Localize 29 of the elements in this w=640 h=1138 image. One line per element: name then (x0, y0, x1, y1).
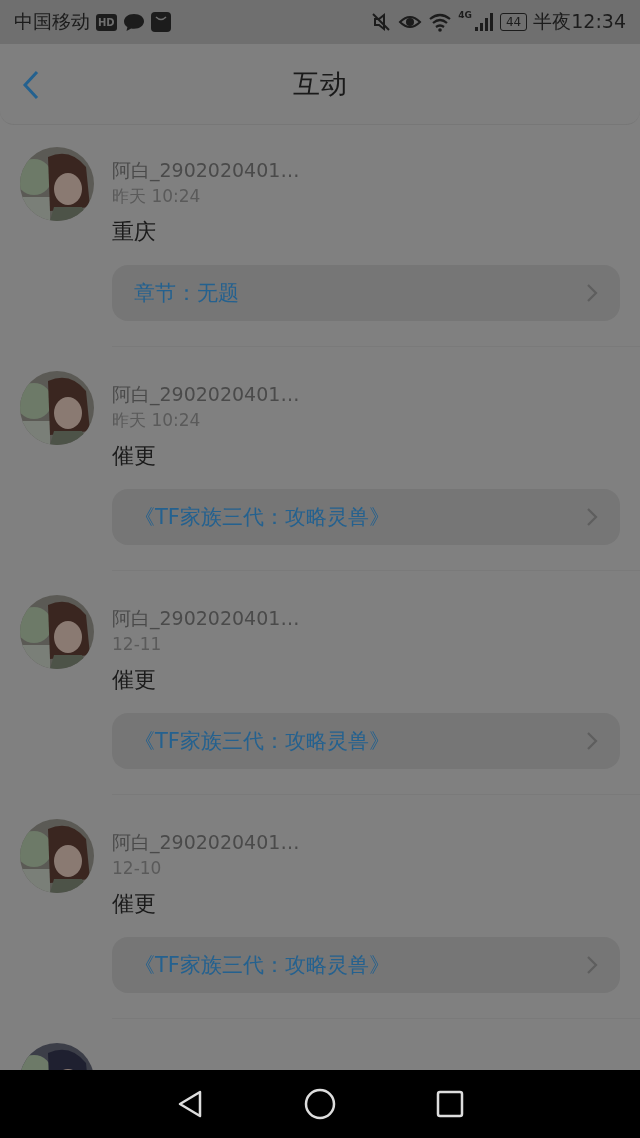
comment-text: 催更 (112, 666, 156, 694)
comment-text: 重庆 (112, 218, 156, 246)
chevron-right-icon (586, 955, 598, 975)
circle-icon (304, 1088, 336, 1120)
triangle-icon (176, 1089, 204, 1119)
wifi-icon (428, 12, 453, 32)
network-type: 4G (458, 10, 472, 20)
hd-badge: HD (96, 13, 117, 31)
chevron-right-icon (586, 283, 598, 303)
source-link[interactable]: 《TF家族三代：攻略灵兽》 (112, 713, 620, 769)
battery-level: 44 (499, 13, 528, 31)
comment-text: 催更 (112, 890, 156, 918)
square-icon (436, 1090, 464, 1118)
back-nav-button[interactable] (176, 1089, 204, 1119)
source-link[interactable]: 《TF家族三代：攻略灵兽》 (112, 489, 620, 545)
clock: 半夜12:34 (533, 9, 626, 34)
signal-icon (473, 12, 494, 32)
page-title: 互动 (293, 67, 347, 101)
chevron-right-icon (586, 731, 598, 751)
home-nav-button[interactable] (304, 1088, 336, 1120)
source-link[interactable]: 章节：无题 (112, 265, 620, 321)
app-icon (150, 12, 171, 32)
back-icon (22, 70, 40, 100)
source-link[interactable]: 《TF家族三代：攻略灵兽》 (112, 937, 620, 993)
comment-text: 催更 (112, 442, 156, 470)
recents-nav-button[interactable] (436, 1090, 464, 1118)
chevron-right-icon (586, 507, 598, 527)
carrier-name: 中国移动 (14, 9, 90, 34)
chat-bubble-icon (122, 12, 145, 32)
